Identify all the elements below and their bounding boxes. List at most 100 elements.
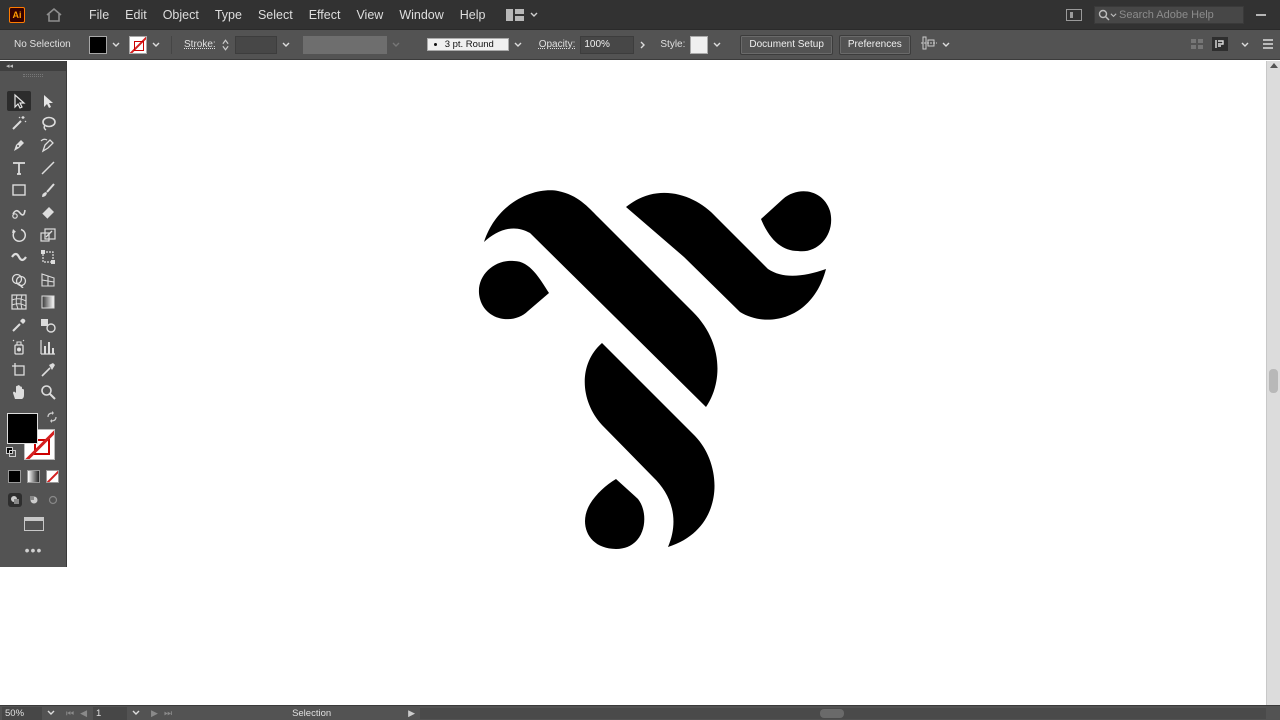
- default-fill-stroke-icon[interactable]: [6, 447, 16, 457]
- chevron-right-icon[interactable]: [638, 40, 648, 50]
- chevron-down-icon[interactable]: [46, 708, 56, 718]
- paintbrush-tool[interactable]: [36, 180, 60, 200]
- graphic-style-swatch[interactable]: [690, 35, 709, 54]
- width-tool[interactable]: [7, 247, 31, 267]
- horizontal-scroll-thumb[interactable]: [820, 709, 844, 718]
- artboard-number-field[interactable]: 1: [93, 706, 128, 720]
- scale-tool[interactable]: [36, 225, 60, 245]
- chevron-down-icon[interactable]: [131, 708, 141, 718]
- stroke-weight-input[interactable]: [234, 35, 277, 54]
- menu-view[interactable]: View: [348, 0, 391, 30]
- tools-panel-grip[interactable]: [23, 74, 43, 77]
- menu-help[interactable]: Help: [452, 0, 494, 30]
- color-mode-swatch[interactable]: [8, 470, 21, 483]
- tools-panel-header[interactable]: ◂◂: [0, 61, 66, 71]
- menu-effect[interactable]: Effect: [301, 0, 349, 30]
- status-menu-arrow-icon[interactable]: ▶: [408, 708, 415, 719]
- opacity-input[interactable]: 100%: [580, 35, 635, 54]
- draw-inside-icon[interactable]: [46, 493, 60, 507]
- chevron-down-icon[interactable]: [151, 40, 161, 50]
- artboard-canvas[interactable]: [68, 61, 1266, 705]
- menu-select[interactable]: Select: [250, 0, 301, 30]
- last-artboard-icon[interactable]: ⏭: [164, 708, 172, 719]
- isolate-icon[interactable]: [1190, 38, 1204, 53]
- next-artboard-icon[interactable]: ▶: [151, 708, 158, 719]
- change-screen-mode-icon[interactable]: [24, 517, 44, 531]
- chevron-down-icon[interactable]: [391, 40, 401, 50]
- selection-tool[interactable]: [7, 91, 31, 111]
- menu-object[interactable]: Object: [155, 0, 207, 30]
- chevron-down-icon[interactable]: [111, 40, 121, 50]
- brush-definition-dropdown[interactable]: 3 pt. Round: [426, 38, 509, 51]
- shape-builder-tool[interactable]: [7, 270, 31, 290]
- curvature-tool[interactable]: [36, 135, 60, 155]
- symbol-sprayer-tool[interactable]: [7, 337, 31, 357]
- scroll-up-icon[interactable]: [1270, 63, 1278, 68]
- search-help-field[interactable]: Search Adobe Help: [1094, 6, 1244, 24]
- pen-tool[interactable]: [7, 135, 31, 155]
- menu-type[interactable]: Type: [207, 0, 250, 30]
- logo-artwork[interactable]: [478, 189, 834, 551]
- shaper-tool[interactable]: [7, 202, 31, 222]
- lasso-tool[interactable]: [36, 113, 60, 133]
- line-segment-tool[interactable]: [36, 158, 60, 178]
- chevron-down-icon[interactable]: [941, 40, 951, 50]
- mesh-tool[interactable]: [7, 292, 31, 312]
- artboard-tool[interactable]: [7, 360, 31, 380]
- perspective-grid-tool[interactable]: [36, 270, 60, 290]
- zoom-tool[interactable]: [36, 382, 60, 402]
- logo-drop-bottom[interactable]: [585, 479, 645, 549]
- menu-window[interactable]: Window: [391, 0, 451, 30]
- none-mode-swatch[interactable]: [46, 470, 59, 483]
- zoom-level-field[interactable]: 50%: [2, 706, 42, 720]
- logo-drop-left[interactable]: [478, 260, 549, 320]
- menu-edit[interactable]: Edit: [117, 0, 155, 30]
- preferences-button[interactable]: Preferences: [838, 34, 911, 55]
- arrange-documents-icon[interactable]: [1066, 9, 1082, 21]
- eraser-tool[interactable]: [36, 202, 60, 222]
- magic-wand-tool[interactable]: [7, 113, 31, 133]
- draw-behind-icon[interactable]: [27, 493, 41, 507]
- free-transform-tool[interactable]: [36, 247, 60, 267]
- fill-color-swatch[interactable]: [89, 35, 107, 54]
- menu-file[interactable]: File: [81, 0, 117, 30]
- stroke-weight-stepper[interactable]: [221, 36, 231, 54]
- horizontal-scrollbar[interactable]: [420, 708, 1266, 719]
- column-graph-tool[interactable]: [36, 337, 60, 357]
- chevron-down-icon[interactable]: [513, 40, 523, 50]
- hand-tool[interactable]: [7, 382, 31, 402]
- stroke-color-swatch[interactable]: [129, 35, 147, 54]
- first-artboard-icon[interactable]: ⏮: [66, 708, 74, 719]
- draw-normal-icon[interactable]: [8, 493, 22, 507]
- previous-artboard-icon[interactable]: ◀: [80, 708, 87, 719]
- rotate-tool[interactable]: [7, 225, 31, 245]
- chevron-down-icon[interactable]: [281, 40, 291, 50]
- workspace-switcher[interactable]: [505, 8, 538, 21]
- chevron-down-icon[interactable]: [712, 40, 722, 50]
- type-tool[interactable]: [7, 158, 31, 178]
- control-panel-menu-icon[interactable]: [1212, 36, 1228, 54]
- panel-menu-icon[interactable]: [1262, 38, 1274, 52]
- vertical-scroll-thumb[interactable]: [1269, 369, 1278, 393]
- align-icon[interactable]: [920, 36, 937, 53]
- rectangle-tool[interactable]: [7, 180, 31, 200]
- chevron-down-icon[interactable]: [1240, 40, 1250, 50]
- fill-color-box[interactable]: [7, 413, 38, 444]
- eyedropper-tool[interactable]: [7, 315, 31, 335]
- gradient-tool[interactable]: [36, 292, 60, 312]
- vertical-scrollbar[interactable]: [1266, 61, 1280, 705]
- direct-selection-tool[interactable]: [36, 91, 60, 111]
- collapse-arrows-icon[interactable]: ◂◂: [6, 62, 13, 70]
- gradient-mode-swatch[interactable]: [27, 470, 40, 483]
- swap-fill-stroke-icon[interactable]: [46, 411, 58, 426]
- variable-width-profile[interactable]: [302, 35, 387, 54]
- opacity-label[interactable]: Opacity:: [539, 39, 576, 50]
- edit-toolbar-button[interactable]: •••: [0, 543, 67, 557]
- minimize-icon[interactable]: [1256, 14, 1266, 16]
- blend-tool[interactable]: [36, 315, 60, 335]
- document-setup-button[interactable]: Document Setup: [740, 34, 833, 55]
- slice-tool[interactable]: [36, 360, 60, 380]
- logo-drop-top-right[interactable]: [761, 191, 832, 252]
- status-tool-label[interactable]: Selection: [292, 708, 402, 719]
- stroke-label[interactable]: Stroke:: [184, 39, 216, 50]
